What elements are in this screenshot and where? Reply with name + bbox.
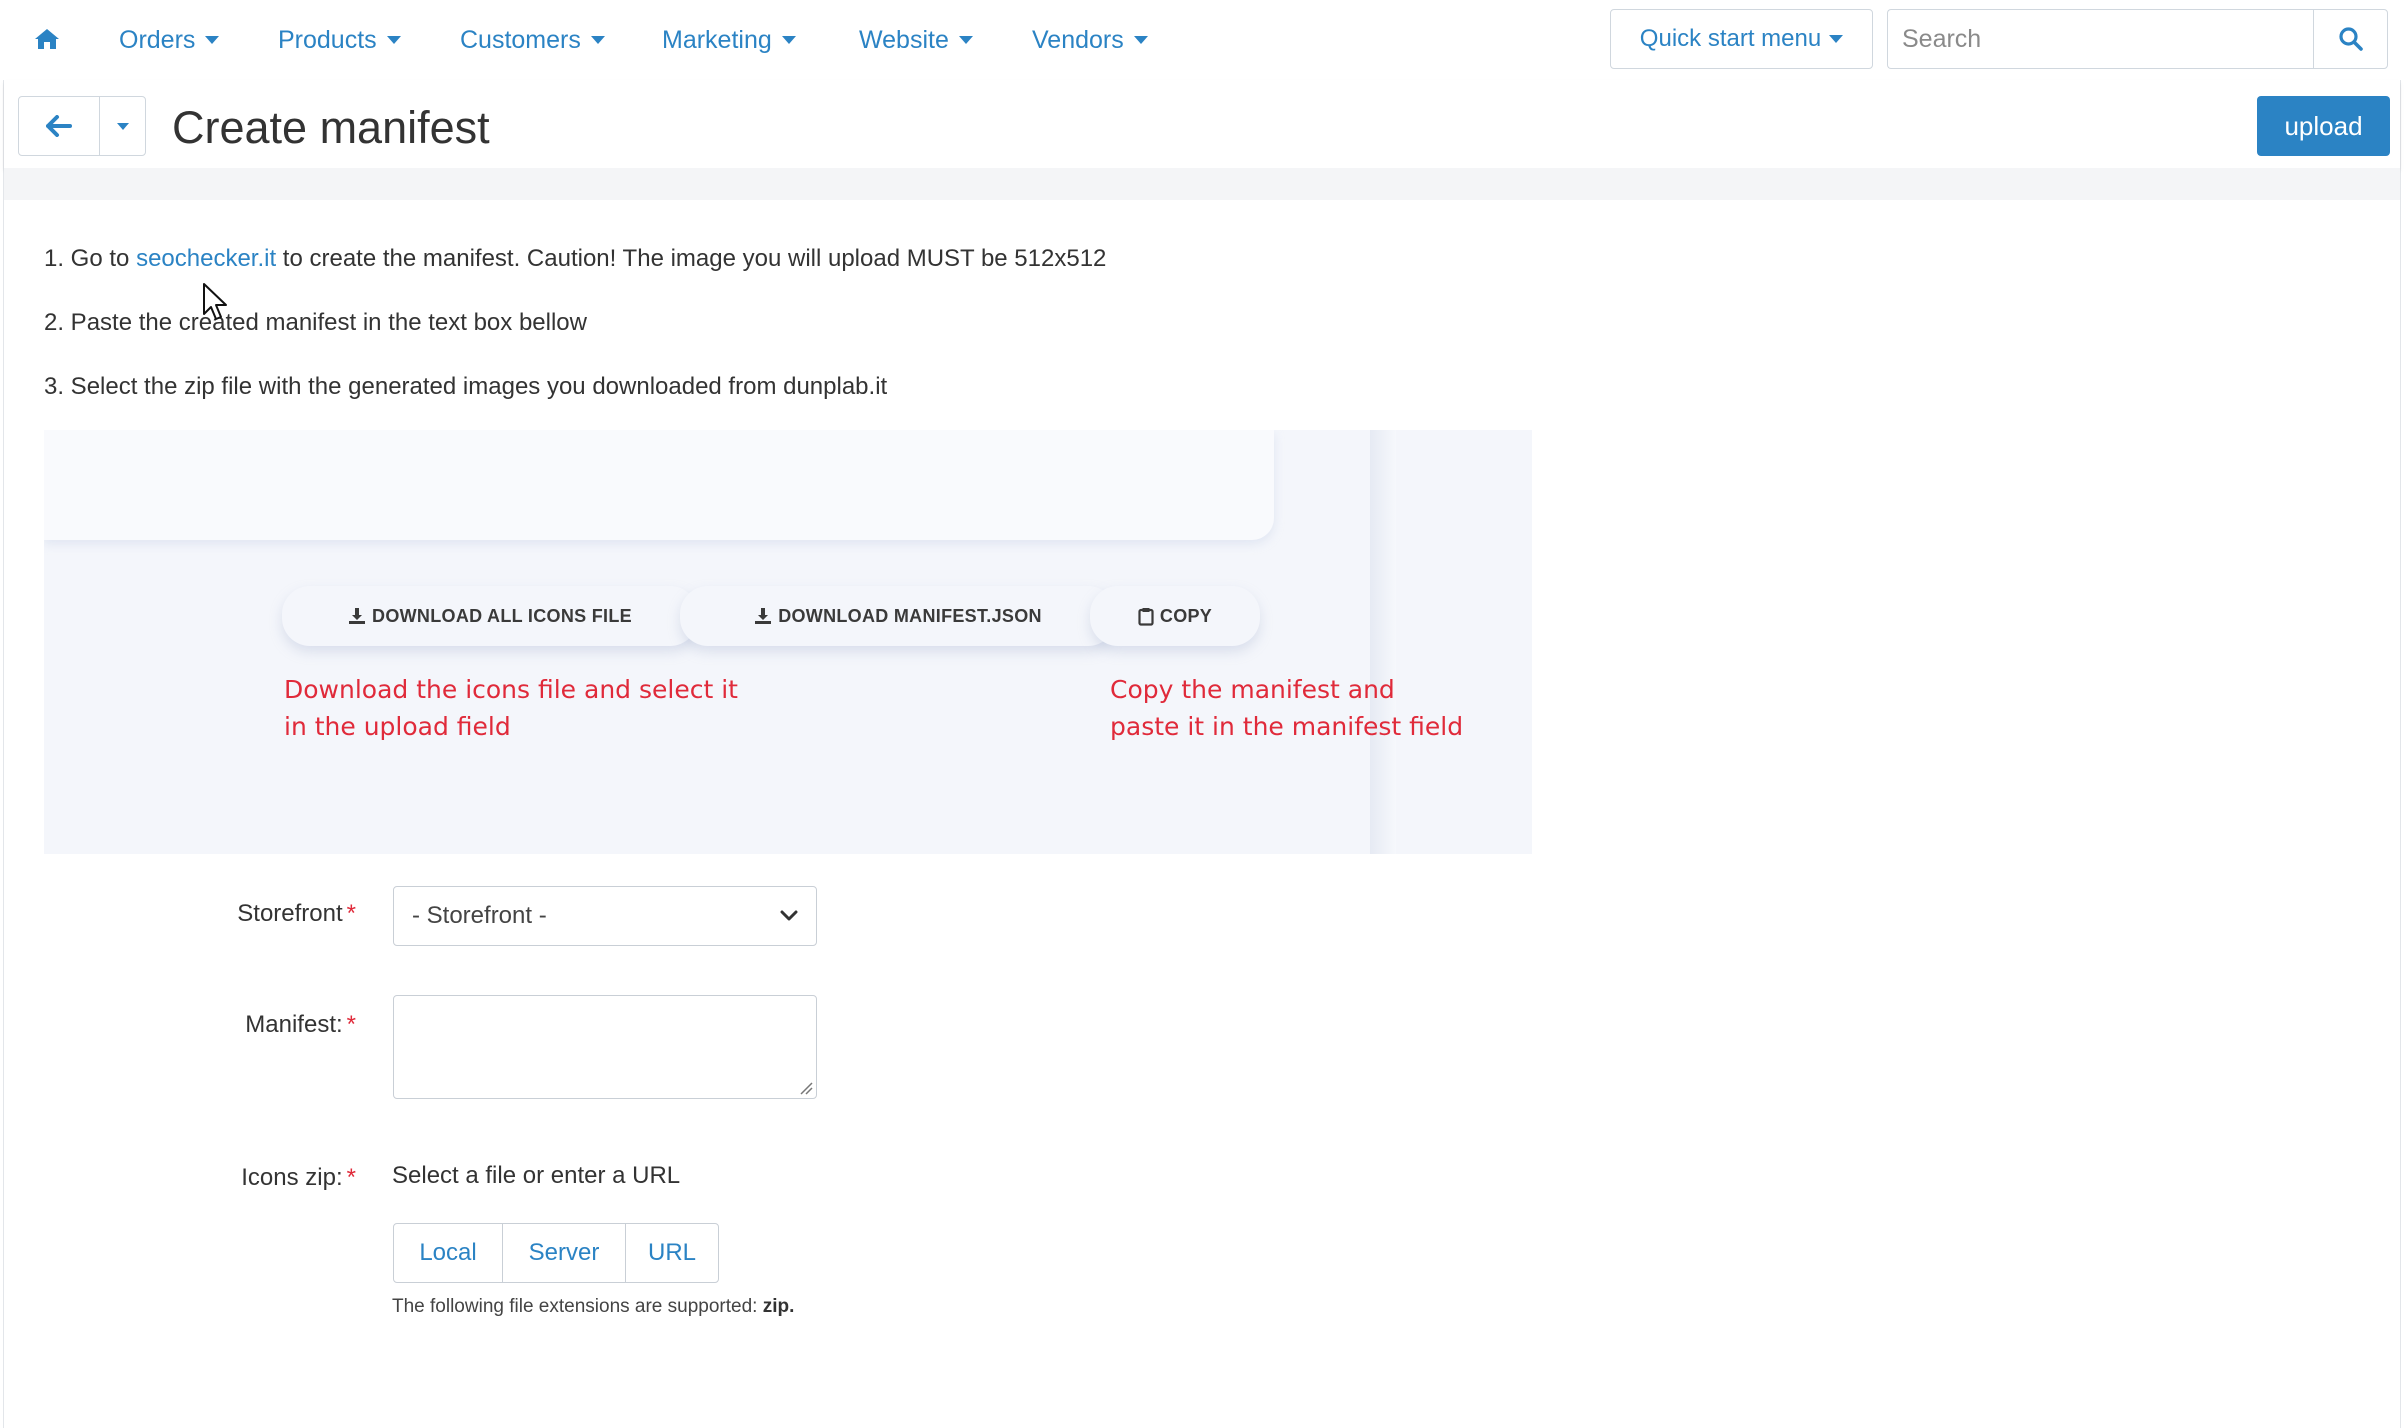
nav-website-label: Website <box>859 25 949 54</box>
download-icon <box>349 608 366 624</box>
nav-vendors[interactable]: Vendors <box>1032 20 1148 60</box>
back-button-group <box>18 96 146 156</box>
storefront-select[interactable]: - Storefront - <box>393 886 817 946</box>
download-all-icons-label: DOWNLOAD ALL ICONS FILE <box>372 605 632 626</box>
chevron-down-icon <box>780 910 798 921</box>
storefront-label: Storefront * <box>146 900 356 928</box>
caret-down-icon <box>590 36 605 44</box>
manifest-label: Manifest: * <box>146 1011 356 1039</box>
caret-down-icon <box>205 36 220 44</box>
search-icon <box>2338 27 2363 51</box>
seochecker-link[interactable]: seochecker.it <box>136 245 276 272</box>
nav-vendors-label: Vendors <box>1032 25 1124 54</box>
instruction-step-3: 3. Select the zip file with the generate… <box>44 373 888 400</box>
nav-website[interactable]: Website <box>859 20 973 60</box>
caret-down-icon <box>781 36 796 44</box>
caret-down-icon <box>1829 35 1844 43</box>
note-download-line-1: Download the icons file and select it <box>284 675 738 704</box>
upload-button[interactable]: upload <box>2257 96 2390 156</box>
download-icon <box>755 608 772 624</box>
file-source-server-button[interactable]: Server <box>503 1224 626 1282</box>
file-source-local-button[interactable]: Local <box>394 1224 503 1282</box>
note-copy-line-2: paste it in the manifest field <box>1110 712 1464 741</box>
copy-button: COPY <box>1090 586 1260 646</box>
clipboard-icon <box>1138 607 1154 626</box>
supported-extensions-note: The following file extensions are suppor… <box>392 1296 794 1318</box>
content-border-right <box>2400 80 2401 1428</box>
note-download-line-2: in the upload field <box>284 712 511 741</box>
storefront-selected-value: - Storefront - <box>412 902 547 929</box>
copy-label: COPY <box>1159 605 1213 626</box>
page-title: Create manifest <box>172 102 490 153</box>
icons-zip-label-text: Icons zip: <box>241 1164 343 1191</box>
storefront-label-text: Storefront <box>237 900 343 927</box>
arrow-left-icon <box>46 115 72 137</box>
caret-down-icon <box>386 36 401 44</box>
nav-customers-label: Customers <box>460 25 581 54</box>
nav-orders[interactable]: Orders <box>119 20 220 60</box>
search-input[interactable] <box>1887 9 2313 69</box>
instruction-step-2: 2. Paste the created manifest in the tex… <box>44 309 587 336</box>
home-icon[interactable] <box>30 22 64 56</box>
title-bar-shadow <box>4 168 2400 200</box>
icons-zip-label: Icons zip: * <box>146 1164 356 1192</box>
manifest-textarea[interactable] <box>393 995 817 1099</box>
search-button[interactable] <box>2313 9 2388 69</box>
resize-handle-icon[interactable] <box>799 1081 813 1095</box>
instruction-step-1: 1. Go to seochecker.it to create the man… <box>44 244 1106 274</box>
extensions-value: zip. <box>762 1296 795 1317</box>
download-manifest-label: DOWNLOAD MANIFEST.JSON <box>778 605 1042 626</box>
required-mark: * <box>346 900 356 927</box>
example-divider <box>1370 430 1396 854</box>
required-mark: * <box>346 1011 356 1038</box>
nav-products[interactable]: Products <box>278 20 401 60</box>
file-source-url-button[interactable]: URL <box>626 1224 718 1282</box>
quick-start-label: Quick start menu <box>1639 25 1822 52</box>
history-dropdown-button[interactable] <box>100 97 145 155</box>
nav-orders-label: Orders <box>119 25 196 54</box>
file-select-hint: Select a file or enter a URL <box>392 1162 681 1189</box>
caret-down-icon <box>116 122 129 130</box>
file-source-selector: Local Server URL <box>393 1223 719 1283</box>
note-copy-line-1: Copy the manifest and <box>1110 675 1395 704</box>
back-button[interactable] <box>19 97 100 155</box>
instruction-1-prefix: 1. Go to <box>44 245 137 272</box>
download-manifest-button: DOWNLOAD MANIFEST.JSON <box>680 586 1116 646</box>
example-screenshot: DOWNLOAD ALL ICONS FILE DOWNLOAD MANIFES… <box>44 430 1532 854</box>
instruction-1-suffix: to create the manifest. Caution! The ima… <box>276 245 1107 272</box>
quick-start-menu-button[interactable]: Quick start menu <box>1610 9 1873 69</box>
content-border-left <box>3 80 4 1428</box>
manifest-label-text: Manifest: <box>245 1011 343 1038</box>
required-mark: * <box>346 1164 356 1191</box>
caret-down-icon <box>958 36 973 44</box>
extensions-prefix: The following file extensions are suppor… <box>392 1296 763 1317</box>
nav-customers[interactable]: Customers <box>460 20 605 60</box>
nav-marketing-label: Marketing <box>662 25 772 54</box>
caret-down-icon <box>1133 36 1148 44</box>
mouse-pointer-icon <box>203 283 227 320</box>
nav-marketing[interactable]: Marketing <box>662 20 796 60</box>
download-all-icons-button: DOWNLOAD ALL ICONS FILE <box>282 586 698 646</box>
example-card <box>44 430 1274 540</box>
nav-products-label: Products <box>278 25 377 54</box>
